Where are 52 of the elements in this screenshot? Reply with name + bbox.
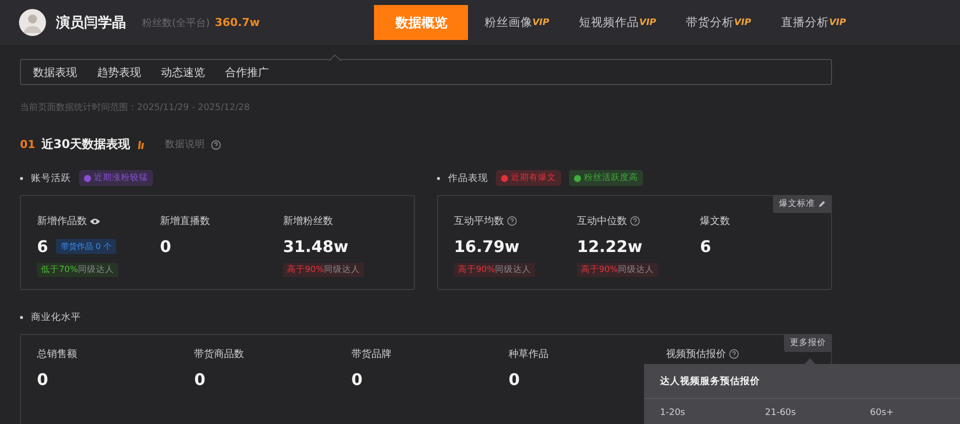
status-tag: 近期涨粉较猛	[79, 170, 153, 186]
fans-label: 粉丝数(全平台)	[142, 16, 210, 30]
metric-label: 爆文数	[700, 214, 730, 228]
metric-value: 0	[508, 370, 520, 389]
metric-label: 带货商品数	[194, 348, 244, 361]
comparison-label: 低于70%同级达人	[37, 263, 118, 277]
metric-label: 视频预估报价	[666, 348, 726, 361]
criteria-button[interactable]: 爆文标准	[773, 195, 832, 213]
group-label: 作品表现	[448, 172, 488, 184]
metric-value: 0	[351, 370, 363, 389]
metric-label: 种草作品	[508, 348, 549, 361]
sub-nav-tab[interactable]: 合作推广	[225, 64, 269, 80]
nav-tab[interactable]: 短视频作品 VIP	[571, 5, 664, 40]
metric-value: 0	[37, 370, 48, 389]
duration-label: 60s+	[870, 408, 895, 418]
metric-value: 12.22w	[577, 237, 642, 256]
metric-value: 31.48w	[283, 237, 348, 256]
section-title: 近30天数据表现	[41, 136, 130, 153]
nav-tab[interactable]: 直播分析VIP	[773, 5, 854, 40]
metric-label: 新增粉丝数	[283, 214, 333, 228]
metric-value: 0	[194, 370, 206, 389]
product-count-badge: 带货作品 0 个	[56, 239, 116, 254]
popup-title: 达人视频服务预估报价	[644, 364, 960, 399]
date-range: 当前页面数据统计时间范围：2025/11/29 - 2025/12/28	[20, 102, 251, 114]
status-tag: 近期有爆文	[496, 170, 561, 186]
group-label: 商业化水平	[31, 310, 81, 324]
metric-value: 16.79w	[454, 237, 520, 256]
metric-label: 互动中位数	[577, 214, 627, 228]
sub-nav-tab[interactable]: 趋势表现	[97, 64, 141, 80]
metric-value: 0	[160, 237, 172, 256]
status-tag: 粉丝活跃度高	[569, 170, 643, 186]
sub-nav-tab[interactable]: 数据表现	[33, 64, 77, 80]
metric-label: 总销售额	[37, 348, 77, 361]
nav-tab[interactable]: 带货分析VIP	[678, 5, 760, 40]
comparison-label: 高于90%同级达人	[283, 263, 364, 277]
fans-count: 360.7w	[214, 16, 260, 29]
comparison-label: 高于90%同级达人	[454, 263, 535, 277]
duration-label: 1-20s	[660, 408, 686, 418]
sub-nav-tab[interactable]: 动态速览	[161, 64, 205, 80]
nav-tab[interactable]: 粉丝画像VIP	[476, 5, 558, 40]
metric-label: 新增作品数	[37, 214, 87, 228]
more-quotes-button[interactable]: 更多报价	[784, 334, 832, 352]
metric-value: 6	[700, 237, 712, 256]
metric-value: 6	[37, 237, 48, 256]
comparison-label: 高于90%同级达人	[577, 263, 658, 277]
section-number: 01	[20, 138, 36, 151]
metric-label: 互动平均数	[454, 215, 504, 228]
metric-label: 带货品牌	[351, 348, 392, 361]
metric-label: 新增直播数	[160, 214, 210, 228]
group-label: 账号活跃	[31, 172, 71, 184]
account-name: 演员闫学晶	[56, 14, 126, 32]
duration-label: 21-60s	[765, 408, 797, 418]
